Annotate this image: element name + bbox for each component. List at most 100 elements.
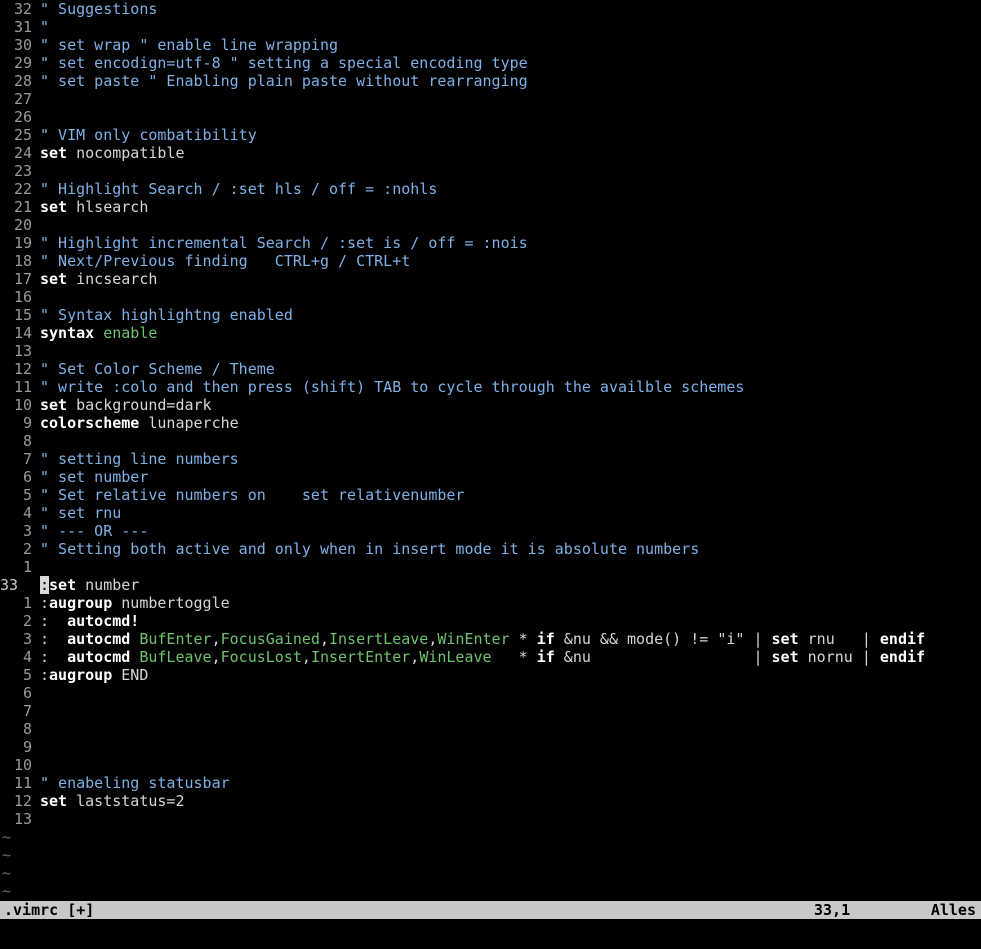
code-token: " Setting both active and only when in i… [40, 540, 700, 558]
code-line[interactable]: 11 " write :colo and then press (shift) T… [0, 378, 981, 396]
code-line[interactable]: 19 " Highlight incremental Search / :set … [0, 234, 981, 252]
line-number: 17 [13, 270, 32, 288]
code-token: , [410, 648, 420, 666]
code-token: autocmd [67, 630, 131, 648]
code-token: number [76, 576, 140, 594]
editor-buffer[interactable]: 32 " Suggestions 31 " 30 " set wrap " enable … [0, 0, 981, 900]
code-token: nornu | [798, 648, 880, 666]
code-line[interactable]: 8 [0, 432, 981, 450]
code-line[interactable]: 12 set laststatus=2 [0, 792, 981, 810]
code-token: " write :colo and then press (shift) TAB… [40, 378, 745, 396]
code-line[interactable]: 22 " Highlight Search / :set hls / off = … [0, 180, 981, 198]
code-line[interactable]: 15 " Syntax highlightng enabled [0, 306, 981, 324]
line-number: 26 [13, 108, 32, 126]
code-token: endif [879, 648, 926, 666]
code-line[interactable]: 4: autocmd BufLeave,FocusLost,InsertEnte… [0, 648, 981, 666]
code-token: : [40, 630, 68, 648]
line-number: 9 [22, 738, 32, 756]
code-token: , [301, 648, 311, 666]
code-line[interactable]: 6 " set number [0, 468, 981, 486]
code-line[interactable]: 2: autocmd! [0, 612, 981, 630]
line-number: 29 [13, 54, 32, 72]
code-line[interactable]: 26 [0, 108, 981, 126]
code-line[interactable]: 1 [0, 558, 981, 576]
code-line[interactable]: 23 [0, 162, 981, 180]
code-line[interactable]: 1:augroup numbertoggle [0, 594, 981, 612]
code-token: WinEnter [437, 630, 510, 648]
line-number: 27 [13, 90, 32, 108]
code-line[interactable]: 32 " Suggestions [0, 0, 981, 18]
code-token: " Next/Previous finding CTRL+g / CTRL+t [40, 252, 411, 270]
code-line[interactable]: 25 " VIM only combatibility [0, 126, 981, 144]
code-line[interactable]: 7 " setting line numbers [0, 450, 981, 468]
code-line[interactable]: 5:augroup END [0, 666, 981, 684]
status-scroll-position: Alles [930, 901, 976, 919]
code-line[interactable]: 10 set background=dark [0, 396, 981, 414]
code-token: " set number [40, 468, 149, 486]
code-line[interactable]: 8 [0, 720, 981, 738]
code-line[interactable]: 4 " set rnu [0, 504, 981, 522]
code-line[interactable]: 10 [0, 756, 981, 774]
code-line[interactable]: 29 " set encodign=utf-8 " setting a speci… [0, 54, 981, 72]
code-token: " set encodign=utf-8 " setting a special… [40, 54, 528, 72]
line-number: 5 [22, 486, 32, 504]
line-number: 13 [13, 810, 32, 828]
code-line[interactable]: 7 [0, 702, 981, 720]
code-line[interactable]: 13 [0, 810, 981, 828]
code-line[interactable]: 11 " enabeling statusbar [0, 774, 981, 792]
command-line[interactable] [0, 919, 981, 949]
empty-buffer-marker: ~ [2, 882, 12, 900]
code-line[interactable]: 13 [0, 342, 981, 360]
code-line[interactable]: 14 syntax enable [0, 324, 981, 342]
line-number: 13 [13, 342, 32, 360]
line-number: 16 [13, 288, 32, 306]
code-line[interactable]: 27 [0, 90, 981, 108]
current-line[interactable]: 33:set number [0, 576, 981, 594]
code-line[interactable]: 2 " Setting both active and only when in … [0, 540, 981, 558]
line-number: 1 [22, 558, 32, 576]
code-token: InsertEnter [310, 648, 411, 666]
line-number: 32 [13, 0, 32, 18]
code-line[interactable]: 9 colorscheme lunaperche [0, 414, 981, 432]
code-line[interactable]: 6 [0, 684, 981, 702]
code-line[interactable]: 12 " Set Color Scheme / Theme [0, 360, 981, 378]
line-number: 22 [13, 180, 32, 198]
code-token: , [319, 630, 329, 648]
text-cursor: : [40, 576, 50, 594]
code-token: " Set Color Scheme / Theme [40, 360, 275, 378]
code-token: colorscheme [40, 414, 140, 432]
line-number: 25 [13, 126, 32, 144]
code-line[interactable]: 20 [0, 216, 981, 234]
code-line[interactable]: 30 " set wrap " enable line wrapping [0, 36, 981, 54]
code-token: endif [879, 630, 926, 648]
code-line[interactable]: 24 set nocompatible [0, 144, 981, 162]
line-number: 3 [22, 522, 32, 540]
code-token: : [40, 648, 68, 666]
code-line[interactable]: 16 [0, 288, 981, 306]
code-line[interactable]: 17 set incsearch [0, 270, 981, 288]
code-token: " set wrap " enable line wrapping [40, 36, 339, 54]
line-number: 9 [22, 414, 32, 432]
code-token: " VIM only combatibility [40, 126, 257, 144]
status-line: .vimrc [+] 33,1 Alles [0, 901, 981, 919]
code-line[interactable]: 3 " --- OR --- [0, 522, 981, 540]
code-line[interactable]: 3: autocmd BufEnter,FocusGained,InsertLe… [0, 630, 981, 648]
line-number: 3 [22, 630, 32, 648]
line-number: 8 [22, 432, 32, 450]
code-token: set [40, 270, 68, 288]
code-line[interactable]: 5 " Set relative numbers on set relativen… [0, 486, 981, 504]
code-line[interactable]: 31 " [0, 18, 981, 36]
code-line[interactable]: 18 " Next/Previous finding CTRL+g / CTRL+… [0, 252, 981, 270]
code-line[interactable]: 21 set hlsearch [0, 198, 981, 216]
code-token: nocompatible [67, 144, 185, 162]
code-line[interactable]: 28 " set paste " Enabling plain paste wit… [0, 72, 981, 90]
code-token: laststatus=2 [67, 792, 185, 810]
code-token: set [40, 144, 68, 162]
line-number: 15 [13, 306, 32, 324]
code-line[interactable]: 9 [0, 738, 981, 756]
code-token: set [40, 198, 68, 216]
code-token: &nu && mode() != "i" | [554, 630, 772, 648]
code-token: " Highlight incremental Search / :set is… [40, 234, 528, 252]
